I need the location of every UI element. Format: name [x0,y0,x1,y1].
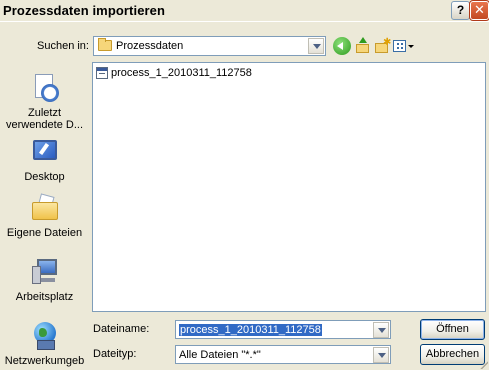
place-desktop[interactable]: Desktop [1,136,88,183]
place-label: Netzwerkumgeb [4,355,85,367]
help-icon: ? [456,3,465,17]
place-label: Eigene Dateien [6,227,83,239]
place-recent-documents[interactable]: Zuletzt verwendete D... [1,72,88,131]
new-folder-icon[interactable]: ✱ [373,37,391,55]
title-bar: Prozessdaten importieren ? ✕ [0,0,489,22]
help-button[interactable]: ? [451,1,470,20]
network-icon [29,320,61,352]
folder-icon [98,38,112,51]
file-list[interactable]: process_1_2010311_112758 [92,62,486,312]
my-documents-icon [29,192,61,224]
filetype-label: Dateityp: [93,348,137,360]
place-label: Zuletzt verwendete D... [5,107,84,131]
file-name: process_1_2010311_112758 [111,67,252,79]
place-my-computer[interactable]: Arbeitsplatz [1,256,88,303]
filetype-value: Alle Dateien "*.*" [179,349,261,361]
window-title: Prozessdaten importieren [3,3,166,18]
close-icon: ✕ [474,2,485,17]
data-file-icon [96,67,108,79]
resize-grip-icon[interactable] [478,359,488,369]
back-icon[interactable] [333,37,351,55]
filename-field[interactable]: process_1_2010311_112758 [175,320,391,339]
view-menu-icon[interactable] [392,37,414,55]
cancel-button[interactable]: Abbrechen [420,344,485,365]
look-in-label: Suchen in: [37,40,89,52]
up-folder-icon[interactable] [354,37,372,55]
place-label: Desktop [24,171,65,183]
chevron-down-icon[interactable] [308,38,324,54]
place-my-documents[interactable]: Eigene Dateien [1,192,88,239]
recent-documents-icon [29,72,61,104]
open-button[interactable]: Öffnen [420,319,485,340]
look-in-dropdown[interactable]: Prozessdaten [93,36,326,56]
filename-label: Dateiname: [93,323,150,335]
chevron-down-icon[interactable] [373,322,389,338]
filename-value[interactable]: process_1_2010311_112758 [179,324,322,336]
chevron-down-icon[interactable] [373,347,389,363]
places-bar: Zuletzt verwendete D... Desktop Eigene D… [1,62,88,367]
close-button[interactable]: ✕ [469,0,489,21]
desktop-icon [29,136,61,168]
my-computer-icon [29,256,61,288]
place-label: Arbeitsplatz [15,291,74,303]
look-in-value: Prozessdaten [116,40,184,52]
place-network[interactable]: Netzwerkumgeb [1,320,88,367]
filetype-dropdown[interactable]: Alle Dateien "*.*" [175,345,391,364]
